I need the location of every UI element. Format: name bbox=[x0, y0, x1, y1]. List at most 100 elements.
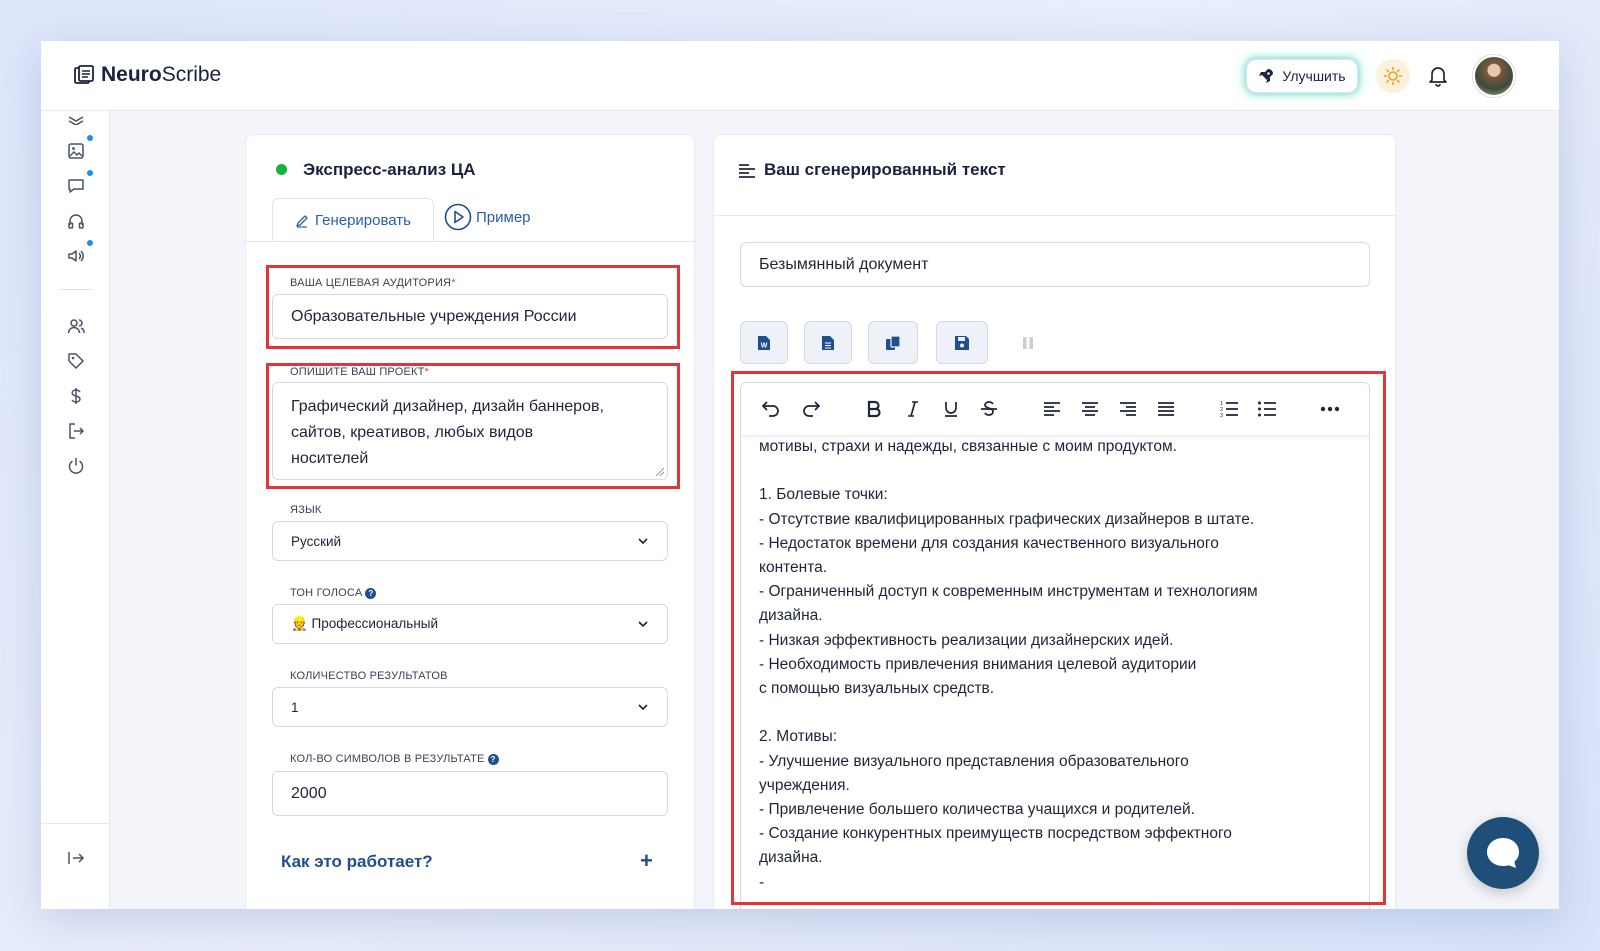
chars-label: КОЛ-ВО СИМВОЛОВ В РЕЗУЛЬТАТЕ? bbox=[290, 753, 499, 765]
project-line: Графический дизайнер, дизайн баннеров, bbox=[291, 398, 604, 415]
logo-text: Scribe bbox=[161, 63, 222, 86]
output-title: Ваш сгенерированный текст bbox=[764, 160, 1006, 179]
audience-input-value: Образовательные учреждения России bbox=[291, 307, 577, 325]
panel-title: Экспресс-анализ ЦА bbox=[303, 160, 476, 179]
undo-icon bbox=[761, 401, 779, 417]
align-right-icon bbox=[1120, 402, 1136, 416]
underline-button[interactable] bbox=[938, 396, 964, 422]
audience-label-text: ВАША ЦЕЛЕВАЯ АУДИТОРИЯ bbox=[290, 277, 452, 289]
help-icon[interactable]: ? bbox=[365, 587, 377, 599]
layers-icon bbox=[68, 116, 84, 125]
justify-button[interactable] bbox=[1153, 396, 1179, 422]
undo-button[interactable] bbox=[758, 396, 784, 422]
svg-text:W: W bbox=[761, 342, 768, 349]
chat-icon bbox=[68, 179, 84, 193]
expand-icon bbox=[68, 852, 85, 864]
users-icon bbox=[67, 319, 85, 334]
redo-button[interactable] bbox=[798, 396, 824, 422]
tone-label-text: ТОН ГОЛОСА bbox=[290, 587, 363, 599]
audience-input[interactable]: Образовательные учреждения России bbox=[272, 294, 668, 339]
upgrade-button[interactable]: Улучшить bbox=[1246, 59, 1358, 93]
results-count-value: 1 bbox=[291, 699, 299, 715]
tone-label: ТОН ГОЛОСА? bbox=[290, 587, 377, 599]
chat-widget-button[interactable] bbox=[1467, 817, 1539, 889]
upgrade-label: Улучшить bbox=[1282, 68, 1346, 84]
export-word-button[interactable]: W bbox=[740, 321, 788, 364]
text-align-icon bbox=[739, 164, 755, 178]
sidebar-item-power[interactable] bbox=[65, 455, 87, 477]
italic-button[interactable] bbox=[900, 396, 926, 422]
sidebar-item-layers[interactable] bbox=[65, 105, 87, 127]
sidebar-item-voice[interactable] bbox=[65, 240, 93, 267]
status-dot bbox=[276, 164, 287, 175]
notification-dot bbox=[87, 135, 93, 141]
expand-plus-icon[interactable]: + bbox=[640, 848, 653, 874]
pause-button[interactable] bbox=[1004, 321, 1052, 364]
copy-button[interactable] bbox=[868, 321, 918, 364]
chars-value: 2000 bbox=[291, 784, 327, 802]
strikethrough-button[interactable] bbox=[976, 396, 1002, 422]
chars-label-text: КОЛ-ВО СИМВОЛОВ В РЕЗУЛЬТАТЕ bbox=[290, 753, 485, 765]
language-select[interactable]: Русский bbox=[272, 521, 668, 561]
notification-dot bbox=[87, 240, 93, 246]
align-right-button[interactable] bbox=[1115, 396, 1141, 422]
editor-toolbar: 123 bbox=[741, 383, 1369, 435]
theme-toggle[interactable] bbox=[1376, 59, 1410, 93]
export-doc-button[interactable] bbox=[804, 321, 852, 364]
pencil-icon bbox=[296, 214, 308, 228]
resize-handle[interactable] bbox=[656, 468, 664, 476]
sidebar-item-audio[interactable] bbox=[65, 210, 87, 232]
power-icon bbox=[68, 457, 84, 474]
save-icon bbox=[955, 335, 969, 350]
sidebar-item-chat[interactable] bbox=[65, 170, 93, 197]
dollar-icon bbox=[71, 388, 81, 404]
sidebar-item-users[interactable] bbox=[65, 315, 87, 337]
bullet-list-button[interactable] bbox=[1254, 396, 1280, 422]
output-divider bbox=[714, 215, 1397, 216]
sidebar-item-tags[interactable] bbox=[65, 350, 87, 372]
logo[interactable]: NeuroScribe bbox=[73, 63, 221, 87]
text-editor[interactable]: 123 мотивы, страхи и надежды, связанные … bbox=[740, 382, 1370, 909]
chevron-down-icon bbox=[638, 621, 648, 628]
tab-generate[interactable]: Генерировать bbox=[272, 198, 434, 242]
copy-icon bbox=[886, 334, 901, 350]
more-options-button[interactable] bbox=[1317, 396, 1343, 422]
underline-icon bbox=[945, 402, 957, 417]
svg-text:3: 3 bbox=[1220, 413, 1223, 418]
document-name-input[interactable]: Безымянный документ bbox=[740, 242, 1370, 287]
notifications-button[interactable] bbox=[1423, 61, 1453, 91]
bold-icon bbox=[867, 400, 881, 418]
help-icon[interactable]: ? bbox=[487, 753, 499, 765]
sidebar-item-images[interactable] bbox=[65, 135, 93, 162]
align-center-button[interactable] bbox=[1077, 396, 1103, 422]
audience-label: ВАША ЦЕЛЕВАЯ АУДИТОРИЯ* bbox=[290, 277, 456, 289]
save-button[interactable] bbox=[936, 321, 988, 364]
chars-input[interactable]: 2000 bbox=[272, 771, 668, 816]
chat-bubble-icon bbox=[1487, 838, 1519, 868]
sidebar-expand-button[interactable] bbox=[65, 847, 87, 869]
project-label-text: ОПИШИТЕ ВАШ ПРОЕКТ bbox=[290, 366, 425, 378]
tone-select[interactable]: 👷 Профессиональный bbox=[272, 604, 668, 644]
bell-icon bbox=[1429, 67, 1447, 87]
word-file-icon: W bbox=[758, 335, 770, 350]
how-it-works-link[interactable]: Как это работает? bbox=[281, 852, 433, 872]
app-window: NeuroScribe Улучшить Экспресс-анализ ЦА … bbox=[41, 41, 1559, 909]
sidebar-divider bbox=[59, 289, 93, 290]
results-count-select[interactable]: 1 bbox=[272, 687, 668, 727]
sun-icon bbox=[1383, 66, 1403, 86]
sidebar bbox=[41, 111, 110, 909]
generated-text[interactable]: мотивы, страхи и надежды, связанные с мо… bbox=[759, 435, 1351, 895]
project-textarea[interactable]: Графический дизайнер, дизайн баннеров, с… bbox=[272, 382, 668, 480]
headphones-icon bbox=[68, 214, 84, 229]
sidebar-item-billing[interactable] bbox=[65, 385, 87, 407]
user-avatar[interactable] bbox=[1473, 55, 1515, 97]
chevron-down-icon bbox=[638, 704, 648, 711]
sidebar-item-logout[interactable] bbox=[65, 420, 87, 442]
ordered-list-button[interactable]: 123 bbox=[1216, 396, 1242, 422]
tab-example[interactable]: Пример bbox=[444, 201, 531, 233]
sidebar-bottom-divider bbox=[41, 823, 110, 824]
align-left-button[interactable] bbox=[1039, 396, 1065, 422]
bold-button[interactable] bbox=[861, 396, 887, 422]
play-circle-icon bbox=[444, 203, 472, 231]
logout-icon bbox=[69, 423, 85, 439]
